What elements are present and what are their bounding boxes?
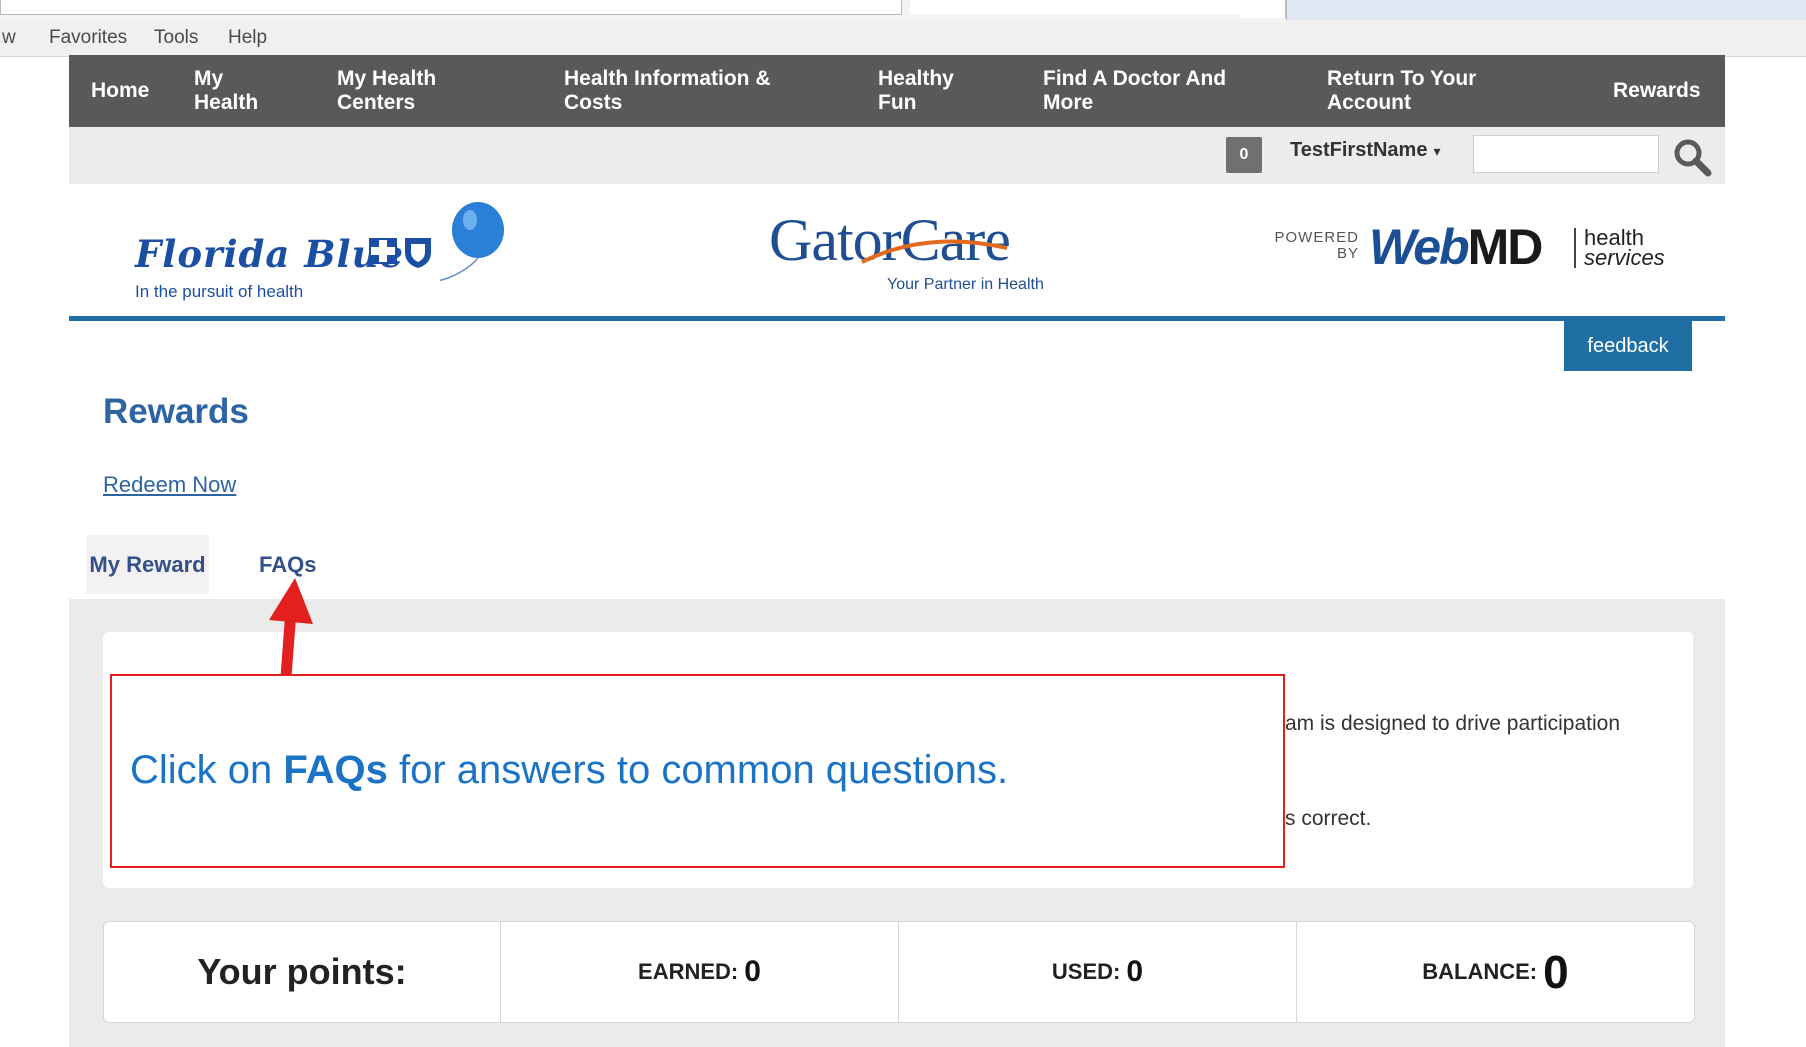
menu-favorites[interactable]: Favorites <box>49 27 127 49</box>
your-points-label: Your points: <box>197 951 407 992</box>
blue-cross-shield-icon <box>369 238 431 268</box>
new-tab-button[interactable] <box>1240 0 1286 18</box>
earned-label: EARNED: <box>638 959 739 984</box>
health-services-label: health services <box>1574 227 1665 270</box>
page-title: Rewards <box>103 392 249 431</box>
webmd-logo[interactable]: POWERED BY WebMD health services <box>1269 219 1689 294</box>
florida-blue-wordmark: Florida Blue <box>135 232 405 276</box>
redeem-now-link[interactable]: Redeem Now <box>103 472 236 498</box>
balance-cell: BALANCE: 0 <box>1297 922 1694 1022</box>
branding-header: Florida Blue In the pursuit of health Ga… <box>69 184 1725 321</box>
balloon-icon <box>440 202 504 282</box>
browser-tab[interactable] <box>910 0 1241 14</box>
notification-badge[interactable]: 0 <box>1226 137 1262 173</box>
site-frame: Home My Health My Health Centers Health … <box>69 55 1725 1047</box>
nav-return-to-account[interactable]: Return To Your Account <box>1327 67 1517 115</box>
used-cell: USED: 0 <box>899 922 1297 1022</box>
balance-label: BALANCE: <box>1422 959 1538 984</box>
tutorial-callout: Click on FAQs for answers to common ques… <box>110 674 1285 868</box>
powered-by-label: POWERED BY <box>1274 229 1359 262</box>
browser-toolbar-area <box>1286 0 1806 20</box>
earned-value: 0 <box>744 955 761 988</box>
florida-blue-logo[interactable]: Florida Blue In the pursuit of health <box>135 202 535 304</box>
used-label: USED: <box>1051 959 1121 984</box>
gatorcare-tagline: Your Partner in Health <box>887 276 1044 293</box>
menu-tools[interactable]: Tools <box>154 27 198 49</box>
main-navigation: Home My Health My Health Centers Health … <box>69 55 1725 127</box>
callout-emphasis: FAQs <box>283 748 388 792</box>
webmd-md: MD <box>1467 219 1544 275</box>
earned-cell: EARNED: 0 <box>501 922 899 1022</box>
browser-address-area <box>0 0 1806 22</box>
gatorcare-logo[interactable]: GatorCare Your Partner in Health <box>769 206 1089 301</box>
browser-menubar: w Favorites Tools Help <box>0 22 1806 57</box>
webmd-web: Web <box>1369 219 1470 275</box>
nav-my-health[interactable]: My Health <box>194 67 284 115</box>
utility-bar: 0 TestFirstName ▾ <box>69 127 1725 184</box>
swoosh-icon <box>861 239 1008 264</box>
nav-healthy-fun[interactable]: Healthy Fun <box>878 67 978 115</box>
menu-view[interactable]: w <box>2 27 16 49</box>
tab-my-reward[interactable]: My Reward <box>86 535 209 594</box>
callout-prefix: Click on <box>130 748 284 792</box>
points-heading-cell: Your points: <box>104 922 501 1022</box>
nav-health-information-costs[interactable]: Health Information & Costs <box>564 67 804 115</box>
balance-value: 0 <box>1543 946 1569 998</box>
user-menu[interactable]: TestFirstName ▾ <box>1290 139 1440 162</box>
search-icon[interactable] <box>1672 137 1712 177</box>
points-summary: Your points: EARNED: 0 USED: 0 BALANCE: … <box>103 921 1695 1023</box>
program-description-text: am is designed to drive participation <box>1285 712 1621 735</box>
callout-suffix: for answers to common questions. <box>387 748 1009 792</box>
menu-help[interactable]: Help <box>228 27 267 49</box>
feedback-button[interactable]: feedback <box>1564 321 1692 371</box>
pointer-arrow-icon <box>269 578 313 690</box>
nav-my-health-centers[interactable]: My Health Centers <box>337 67 477 115</box>
services-label: services <box>1584 245 1665 270</box>
address-bar[interactable] <box>0 0 902 15</box>
callout-text: Click on FAQs for answers to common ques… <box>130 748 1008 793</box>
webmd-wordmark: WebMD <box>1369 218 1544 276</box>
username-label: TestFirstName <box>1290 139 1428 161</box>
florida-blue-tagline: In the pursuit of health <box>135 282 304 301</box>
used-value: 0 <box>1126 955 1144 988</box>
nav-home[interactable]: Home <box>91 79 149 103</box>
nav-rewards[interactable]: Rewards <box>1613 79 1701 103</box>
chevron-down-icon: ▾ <box>1433 143 1441 159</box>
program-note-text: s correct. <box>1285 807 1372 830</box>
search-input[interactable] <box>1473 135 1659 173</box>
nav-find-a-doctor[interactable]: Find A Doctor And More <box>1043 67 1253 115</box>
